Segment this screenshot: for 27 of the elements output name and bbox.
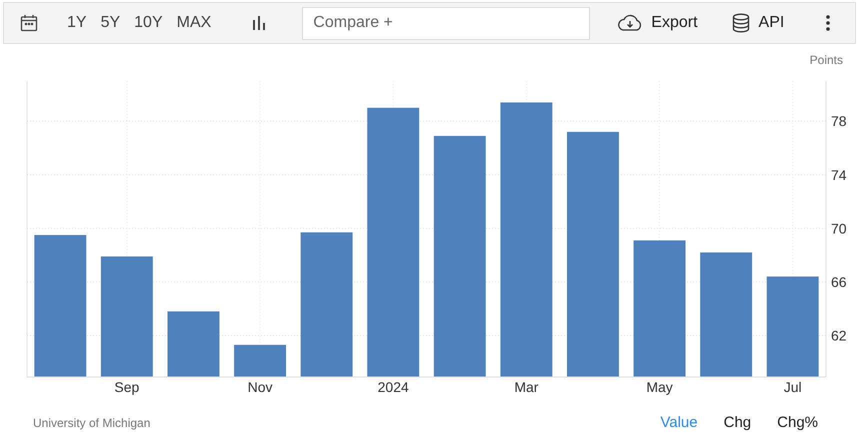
cloud-download-icon: [617, 14, 644, 32]
view-tab[interactable]: Chg: [724, 412, 752, 434]
unit-label: Points: [810, 53, 843, 67]
y-tick-label: 62: [831, 327, 847, 344]
view-tab[interactable]: Chg%: [777, 412, 818, 434]
export-button[interactable]: Export: [617, 11, 698, 35]
range-button[interactable]: 5Y: [100, 11, 120, 35]
api-button[interactable]: API: [732, 11, 784, 35]
x-tick-label: May: [646, 379, 673, 395]
source-label: University of Michigan: [33, 415, 150, 432]
range-button[interactable]: 10Y: [134, 11, 163, 35]
calendar-icon[interactable]: [20, 14, 38, 32]
range-button[interactable]: MAX: [176, 11, 212, 35]
more-menu-icon[interactable]: [826, 15, 830, 31]
x-tick-label: Jul: [784, 379, 802, 395]
x-tick-label: Sep: [114, 379, 140, 395]
range-button[interactable]: 1Y: [67, 11, 87, 35]
y-tick-label: 74: [831, 166, 847, 183]
y-tick-label: 70: [831, 220, 847, 236]
bar-chart-icon[interactable]: [251, 15, 268, 31]
x-tick-label: 2024: [378, 379, 409, 395]
y-tick-label: 78: [831, 113, 847, 130]
x-tick-label: Mar: [514, 379, 538, 395]
database-icon: [732, 13, 750, 33]
compare-field[interactable]: Compare +: [302, 6, 590, 40]
x-tick-label: Nov: [248, 379, 272, 395]
y-tick-label: 66: [831, 274, 847, 290]
